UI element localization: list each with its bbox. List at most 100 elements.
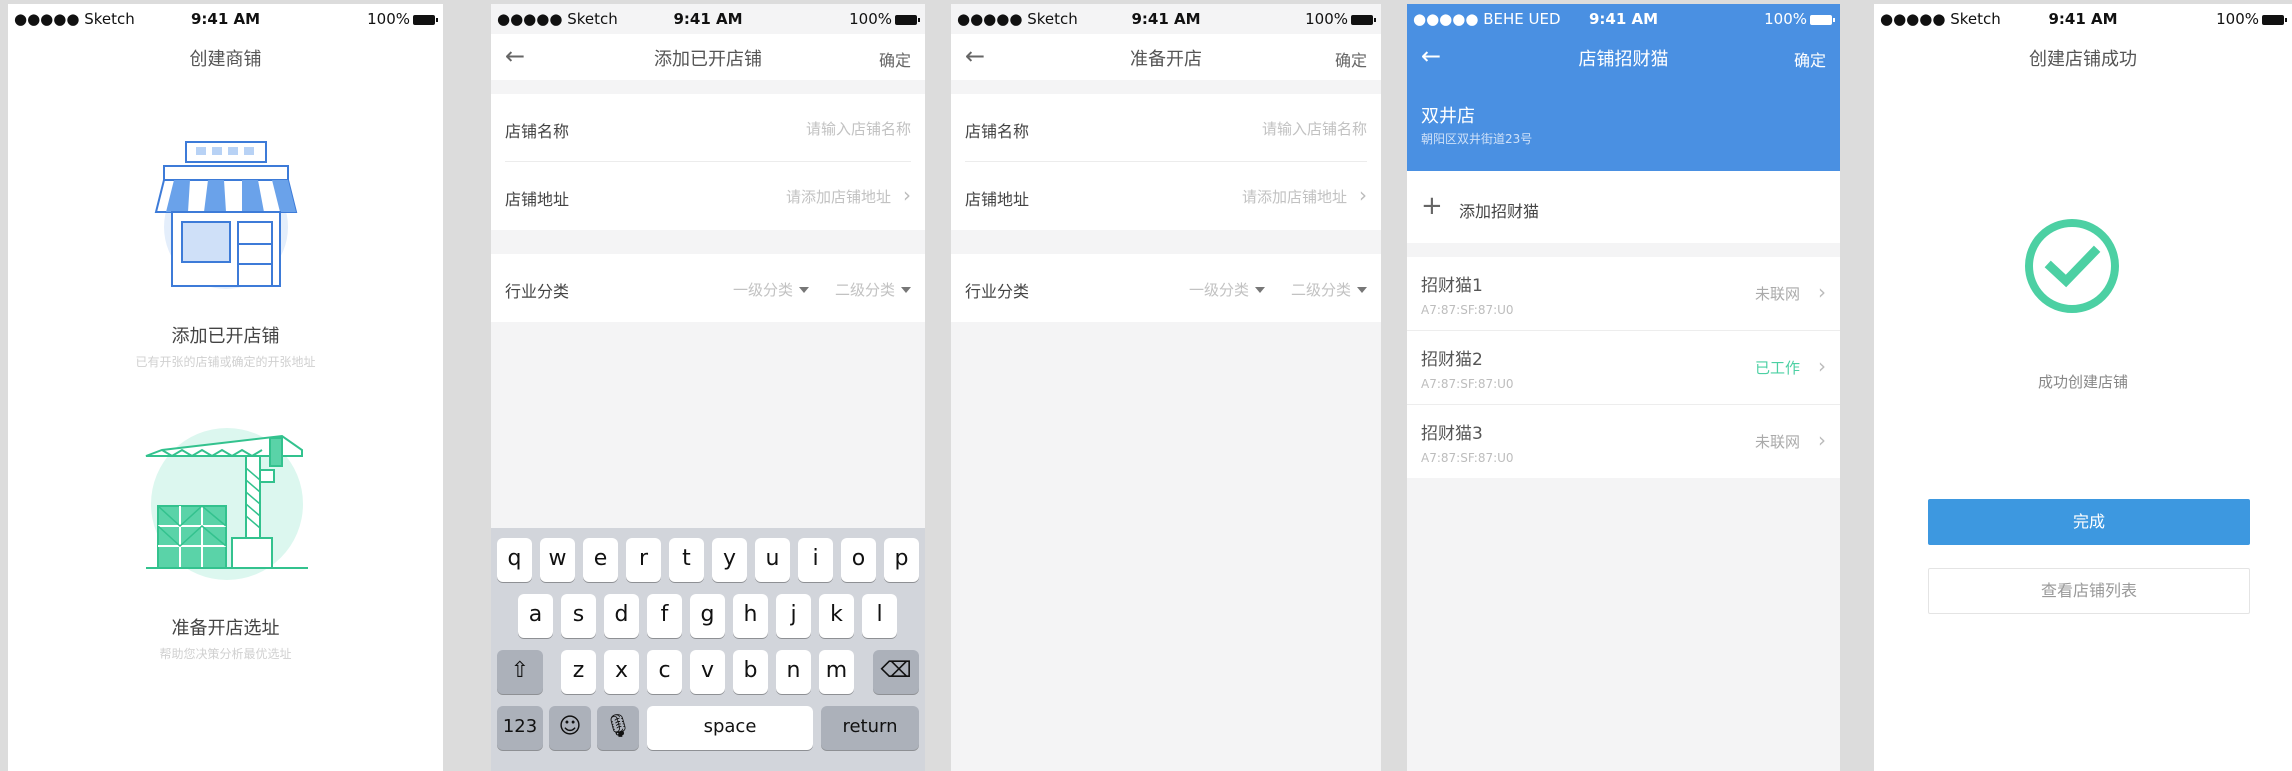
confirm-button[interactable]: 确定 xyxy=(1794,47,1826,71)
key-u[interactable]: u xyxy=(755,538,790,582)
caret-down-icon xyxy=(1357,287,1367,293)
industry-row: 行业分类 一级分类 二级分类 xyxy=(491,254,925,322)
key-z[interactable]: z xyxy=(561,650,596,694)
cat-name: 招财猫2 xyxy=(1421,350,1483,370)
nav-bar: ← 准备开店 确定 xyxy=(951,34,1381,80)
battery: 100% xyxy=(1305,10,1376,28)
key-j[interactable]: j xyxy=(776,594,811,638)
option-label: 添加已开店铺 xyxy=(171,326,280,347)
industry-label: 行业分类 xyxy=(965,282,1030,301)
nav-bar: 创建商铺 xyxy=(8,34,443,80)
key-v[interactable]: v xyxy=(690,650,725,694)
key-o[interactable]: o xyxy=(841,538,876,582)
space-key[interactable]: space xyxy=(647,706,813,750)
screen-shop-cats: ●●●●● BEHE UED 9:41 AM 100% ← 店铺招财猫 确定 双… xyxy=(1407,4,1840,771)
key-f[interactable]: f xyxy=(647,594,682,638)
key-p[interactable]: p xyxy=(884,538,919,582)
industry-label: 行业分类 xyxy=(505,282,570,301)
key-w[interactable]: w xyxy=(540,538,575,582)
backspace-icon[interactable]: ⌫ xyxy=(873,650,919,694)
numbers-key[interactable]: 123 xyxy=(497,706,543,750)
cat-name: 招财猫3 xyxy=(1421,424,1483,444)
key-e[interactable]: e xyxy=(583,538,618,582)
key-r[interactable]: r xyxy=(626,538,661,582)
caret-down-icon xyxy=(799,287,809,293)
key-m[interactable]: m xyxy=(819,650,854,694)
shop-address-label: 店铺地址 xyxy=(965,190,1030,209)
shop-address-row[interactable]: 店铺地址 请添加店铺地址 › xyxy=(491,162,925,230)
shop-address-input[interactable]: 请添加店铺地址 xyxy=(1242,186,1347,207)
list-item[interactable]: 招财猫3 A7:87:SF:87:U0 未联网 › xyxy=(1407,405,1840,478)
secondary-category-dropdown[interactable]: 二级分类 xyxy=(1291,279,1367,300)
status-badge: 未联网 xyxy=(1754,433,1800,451)
status-bar: ●●●●● Sketch 9:41 AM 100% xyxy=(1874,4,2292,34)
page-title: 准备开店 xyxy=(1130,49,1202,70)
list-item[interactable]: 招财猫1 A7:87:SF:87:U0 未联网 › xyxy=(1407,257,1840,331)
industry-row: 行业分类 一级分类 二级分类 xyxy=(951,254,1381,322)
shop-name-label: 店铺名称 xyxy=(965,122,1030,141)
caret-down-icon xyxy=(1255,287,1265,293)
key-h[interactable]: h xyxy=(733,594,768,638)
return-key[interactable]: return xyxy=(821,706,919,750)
battery-icon xyxy=(2262,15,2287,25)
shop-name-input[interactable]: 请输入店铺名称 xyxy=(806,118,911,139)
key-l[interactable]: l xyxy=(862,594,897,638)
screen-create-success: ●●●●● Sketch 9:41 AM 100% 创建店铺成功 成功创建店铺 … xyxy=(1874,4,2292,771)
key-d[interactable]: d xyxy=(604,594,639,638)
nav-bar: 创建店铺成功 xyxy=(1874,34,2292,80)
shop-info-section: 店铺名称 请输入店铺名称 店铺地址 请添加店铺地址 › xyxy=(951,94,1381,230)
key-x[interactable]: x xyxy=(604,650,639,694)
shop-name: 双井店 xyxy=(1421,106,1475,127)
shop-address-label: 店铺地址 xyxy=(505,190,570,209)
screen-create-shop: ●●●●● Sketch 9:41 AM 100% 创建商铺 添加已开店铺 已有… xyxy=(8,4,443,771)
shop-name-row[interactable]: 店铺名称 请输入店铺名称 xyxy=(951,94,1381,162)
shop-address: 朝阳区双井街道23号 xyxy=(1421,132,1533,146)
screen-prepare-shop: ●●●●● Sketch 9:41 AM 100% ← 准备开店 确定 店铺名称… xyxy=(951,4,1381,771)
battery-icon xyxy=(1351,15,1376,25)
shop-address-input[interactable]: 请添加店铺地址 xyxy=(786,186,891,207)
key-i[interactable]: i xyxy=(798,538,833,582)
key-y[interactable]: y xyxy=(712,538,747,582)
key-c[interactable]: c xyxy=(647,650,682,694)
screen-add-existing-shop: ●●●●● Sketch 9:41 AM 100% ← 添加已开店铺 确定 店铺… xyxy=(491,4,925,771)
chevron-right-icon: › xyxy=(1818,428,1826,452)
key-q[interactable]: q xyxy=(497,538,532,582)
primary-category-dropdown[interactable]: 一级分类 xyxy=(1189,279,1265,300)
primary-category-dropdown[interactable]: 一级分类 xyxy=(733,279,809,300)
nav-bar: ← 添加已开店铺 确定 xyxy=(491,34,925,80)
list-item[interactable]: 招财猫2 A7:87:SF:87:U0 已工作 › xyxy=(1407,331,1840,405)
page-title: 创建商铺 xyxy=(189,49,262,70)
key-a[interactable]: a xyxy=(518,594,553,638)
shift-icon[interactable]: ⇧ xyxy=(497,650,543,694)
status-bar: ●●●●● BEHE UED 9:41 AM 100% xyxy=(1407,4,1840,34)
option-subtitle: 帮助您决策分析最优选址 xyxy=(159,647,292,661)
secondary-category-dropdown[interactable]: 二级分类 xyxy=(835,279,911,300)
plus-icon[interactable]: + xyxy=(1421,191,1443,221)
emoji-icon[interactable]: ☺ xyxy=(549,706,591,750)
add-cat-label: 添加招财猫 xyxy=(1459,202,1540,221)
add-cat-row[interactable]: + 添加招财猫 xyxy=(1407,171,1840,243)
key-t[interactable]: t xyxy=(669,538,704,582)
prepare-new-shop-option[interactable]: 准备开店选址 帮助您决策分析最优选址 xyxy=(8,416,443,666)
cat-list: 招财猫1 A7:87:SF:87:U0 未联网 › 招财猫2 A7:87:SF:… xyxy=(1407,257,1840,478)
confirm-button[interactable]: 确定 xyxy=(879,47,911,71)
cat-mac: A7:87:SF:87:U0 xyxy=(1421,303,1514,317)
key-s[interactable]: s xyxy=(561,594,596,638)
shop-address-row[interactable]: 店铺地址 请添加店铺地址 › xyxy=(951,162,1381,230)
success-check-icon xyxy=(2025,219,2119,313)
done-button[interactable]: 完成 xyxy=(1928,499,2250,545)
add-existing-shop-option[interactable]: 添加已开店铺 已有开张的店铺或确定的开张地址 xyxy=(8,124,443,374)
confirm-button[interactable]: 确定 xyxy=(1335,47,1367,71)
key-g[interactable]: g xyxy=(690,594,725,638)
key-n[interactable]: n xyxy=(776,650,811,694)
battery: 100% xyxy=(849,10,920,28)
chevron-right-icon: › xyxy=(1818,280,1826,304)
microphone-icon[interactable]: 🎙 xyxy=(597,706,639,750)
key-k[interactable]: k xyxy=(819,594,854,638)
status-bar: ●●●●● Sketch 9:41 AM 100% xyxy=(491,4,925,34)
shop-name-input[interactable]: 请输入店铺名称 xyxy=(1262,118,1367,139)
view-shop-list-button[interactable]: 查看店铺列表 xyxy=(1928,568,2250,614)
battery-icon xyxy=(895,15,920,25)
key-b[interactable]: b xyxy=(733,650,768,694)
shop-name-row[interactable]: 店铺名称 请输入店铺名称 xyxy=(491,94,925,162)
